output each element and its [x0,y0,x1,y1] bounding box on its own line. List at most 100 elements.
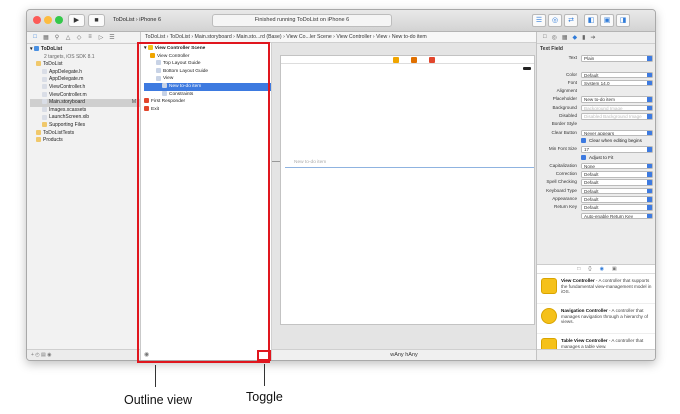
scheme-selector[interactable]: ToDoList › iPhone 6 [113,14,209,27]
navigator-item[interactable]: Images.xcassets [30,107,140,115]
inspector-field[interactable]: Plain [581,55,653,62]
file-inspector-icon[interactable]: □ [543,34,547,41]
object-library-icon[interactable]: ◉ [600,265,604,273]
quick-help-icon[interactable]: ◎ [552,34,557,41]
navigator-item[interactable]: AppDelegate.m [30,76,140,84]
breadcrumb-item[interactable]: Main.storyboard [195,34,232,40]
navigator-item[interactable]: ToDoList [30,61,140,69]
breadcrumb-item[interactable]: ToDoList [145,34,165,40]
size-icon[interactable]: ▮ [582,34,585,41]
view-controller-frame[interactable]: New to-do item [280,55,535,325]
close-button[interactable] [33,16,41,24]
inspector-field[interactable]: 17 [581,146,653,153]
project-root[interactable]: ▾ ToDoList [30,46,140,54]
debug-toggle-icon[interactable]: ▣ [600,14,614,27]
symbol-icon[interactable]: ▦ [42,34,50,41]
inspector-field[interactable]: Auto-enable Return Key [581,212,653,220]
file-icon [42,91,47,97]
navigator-item[interactable]: ViewController.h [30,84,140,92]
inspector-field[interactable]: Default [581,71,653,79]
assistant-editor-icon[interactable]: ◎ [548,14,562,27]
inspector-field[interactable]: Never appears [581,129,653,137]
inspector-row: Disabled Disabled Background Image [537,112,655,120]
file-template-icon[interactable]: □ [577,265,580,273]
view-toggle-segment[interactable]: ◧ ▣ ◨ [584,14,630,27]
folder-icon [36,61,41,67]
library-item-title: Navigation Controller [561,308,608,313]
checkbox[interactable] [581,155,586,161]
inspector-field[interactable]: Default [581,196,653,203]
code-snippet-icon[interactable]: {} [588,265,591,273]
utilities-toggle-icon[interactable]: ◨ [616,14,630,27]
breakpoint-icon[interactable]: ▷ [97,34,105,41]
stop-button[interactable]: ■ [88,14,105,27]
identity-icon[interactable]: ▦ [562,34,568,41]
todo-text-field[interactable]: New to-do item [292,159,535,167]
media-library-icon[interactable]: ▣ [612,265,617,273]
inspector-field[interactable]: New to-do item [581,96,653,103]
standard-editor-icon[interactable]: ☰ [532,14,546,27]
toolbar: ▶ ■ ToDoList › iPhone 6 Finished running… [27,10,655,32]
connections-icon[interactable]: ➔ [590,34,595,41]
inspector-field[interactable]: Default [581,204,653,211]
navigator-item[interactable]: ToDoListTests [30,130,140,138]
library-list: View Controller - A controller that supp… [537,274,655,360]
inspector-row: Correction Default [537,170,655,178]
run-button[interactable]: ▶ [68,14,85,27]
inspector-field[interactable]: Background Image [581,104,653,112]
warning-icon[interactable]: △ [64,34,72,41]
scheme-target: ToDoList [113,17,135,23]
scheme-device: iPhone 6 [139,17,162,23]
navigator-item[interactable]: ViewController.m [30,92,140,100]
library-filter[interactable] [537,349,655,360]
inspector-row [537,62,655,70]
folder-icon[interactable]: □ [31,34,39,41]
inspector-row: Background Background Image [537,104,655,112]
attributes-icon[interactable]: ◆ [573,34,578,41]
inspector-row: Alignment [537,87,655,95]
breadcrumb-item[interactable]: View [376,34,387,40]
library-item[interactable]: Navigation Controller - A controller tha… [537,304,655,334]
breadcrumb-item[interactable]: Main.sto...rd (Base) [236,34,281,40]
breadcrumb-item[interactable]: New to-do item [392,34,427,40]
version-editor-icon[interactable]: ⇄ [564,14,578,27]
inspector-row-label: Disabled [559,113,577,119]
breadcrumb-item[interactable]: ToDoList [170,34,190,40]
inspector-tabs: □ ◎ ▦ ◆ ▮ ➔ [537,32,655,44]
project-navigator: □ ▦ ⚲ △ ◇ ≡ ▷ ☰ ▾ ToDoList 2 targets, iO… [27,32,141,360]
inspector-field[interactable]: System 14.0 [581,79,653,87]
minimize-button[interactable] [44,16,52,24]
navigator-filter-bar[interactable]: + ◴ ▤ ◉ [27,349,140,360]
inspector-field[interactable]: Default [581,179,653,186]
log-icon[interactable]: ☰ [108,34,116,41]
view-controller-icon[interactable] [393,57,399,63]
inspector-field[interactable]: Default [581,171,653,178]
test-icon[interactable]: ◇ [75,34,83,41]
navigator-toggle-icon[interactable]: ◧ [584,14,598,27]
inspector-row-label: Appearance [552,196,577,202]
inspector-row: Font System 14.0 [537,79,655,87]
size-class-control[interactable]: wAny hAny [390,352,418,358]
navigator-item[interactable]: Products [30,137,140,145]
checkbox[interactable] [581,138,586,144]
navigator-item[interactable]: Main.storyboard M [30,99,140,107]
zoom-button[interactable] [55,16,63,24]
navigator-item[interactable]: AppDelegate.h [30,69,140,77]
breadcrumb-item[interactable]: View Co...ler Scene [286,34,331,40]
inspector-field[interactable]: Default [581,187,653,195]
debug-icon[interactable]: ≡ [86,34,94,41]
search-icon[interactable]: ⚲ [53,34,61,41]
exit-icon[interactable] [429,57,435,63]
file-icon [42,76,47,82]
inspector-field[interactable]: Disabled Background Image [581,113,653,120]
attribute-list: Text Plain Color Default Font System 14.0 Alig… [537,54,655,220]
breadcrumb-item[interactable]: View Controller [336,34,371,40]
inspector-row: Color Default [537,71,655,79]
library-item[interactable]: View Controller - A controller that supp… [537,274,655,304]
inspector-row-label: Placeholder [552,96,577,102]
inspector-field[interactable]: None [581,162,653,170]
first-responder-icon[interactable] [411,57,417,63]
navigator-item[interactable]: LaunchScreen.xib [30,114,140,122]
editor-mode-segment[interactable]: ☰ ◎ ⇄ [532,14,578,27]
navigator-item[interactable]: Supporting Files [30,122,140,130]
